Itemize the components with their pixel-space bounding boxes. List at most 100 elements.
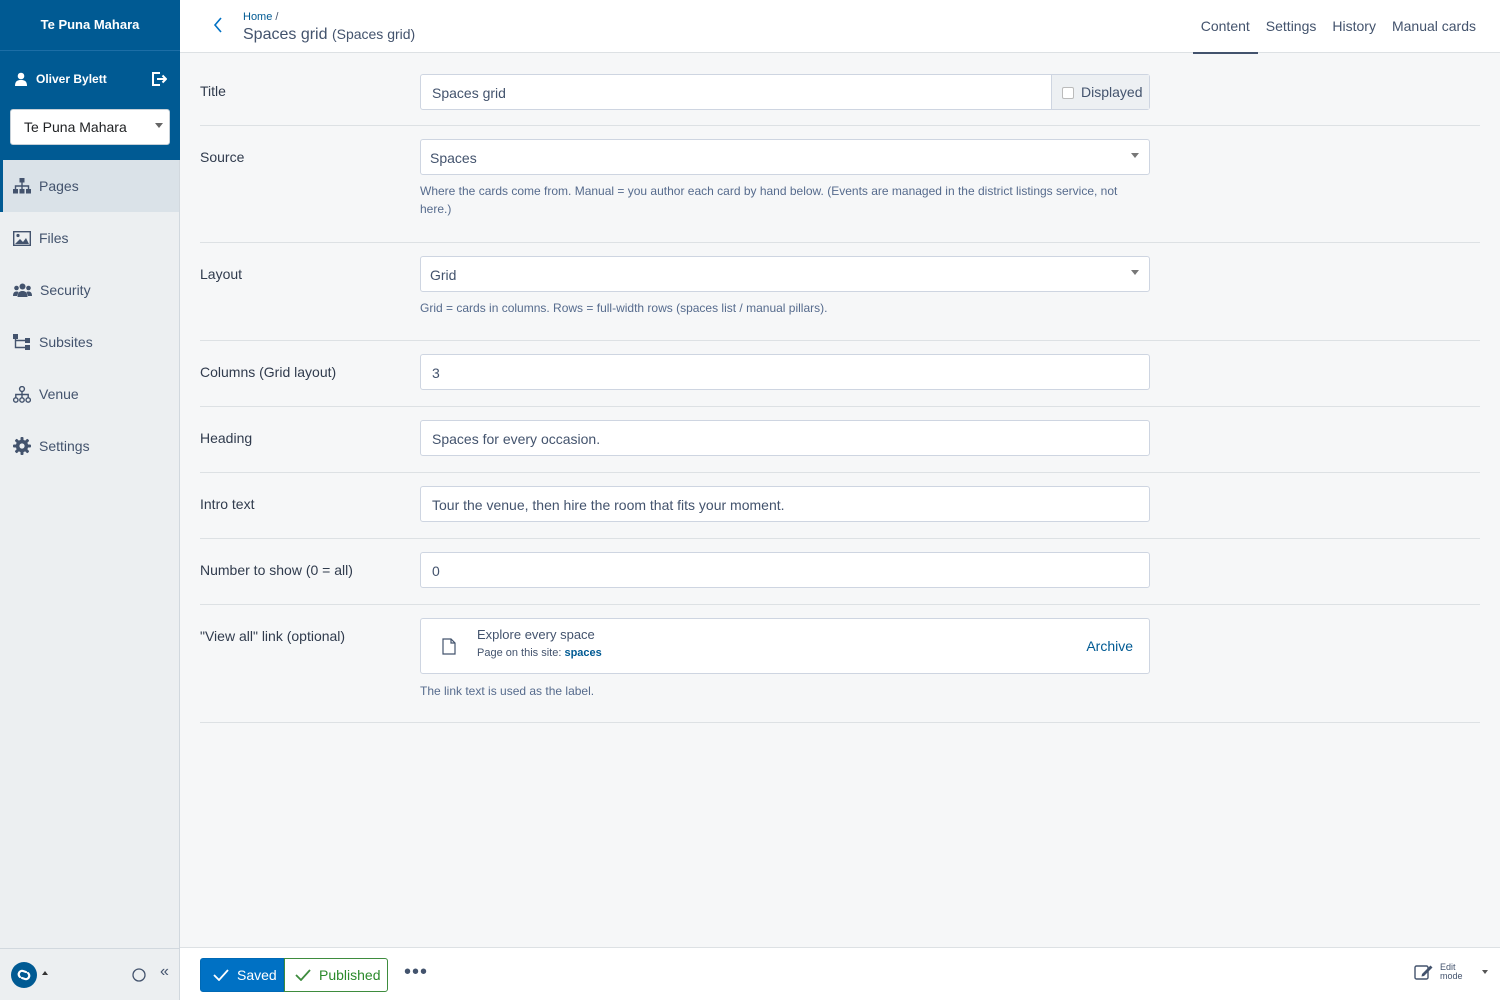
intro-input-value: Tour the venue, then hire the room that … <box>432 497 785 513</box>
user-name: Oliver Bylett <box>36 72 107 86</box>
page-title: Spaces grid (Spaces grid) <box>243 26 415 44</box>
intro-input[interactable]: Tour the venue, then hire the room that … <box>420 486 1150 522</box>
columns-label: Columns (Grid layout) <box>200 364 337 380</box>
field-row-source: Source Spaces Where the cards come from.… <box>200 126 1480 243</box>
displayed-checkbox[interactable] <box>1062 87 1074 99</box>
view-all-link-field[interactable]: Explore every space Page on this site: s… <box>420 618 1150 674</box>
edit-form: Title Spaces grid Displayed Source Space… <box>180 53 1500 947</box>
number-input-value: 0 <box>432 563 440 579</box>
field-row-view-all: "View all" link (optional) Explore every… <box>200 605 1480 723</box>
help-circle-icon[interactable] <box>132 968 146 982</box>
title-input-value: Spaces grid <box>432 85 506 101</box>
link-title: Explore every space <box>477 627 595 642</box>
users-icon <box>13 283 32 297</box>
sidebar-item-label: Pages <box>39 178 79 194</box>
columns-input[interactable]: 3 <box>420 354 1150 390</box>
sidebar-item-label: Security <box>40 282 91 298</box>
site-select[interactable]: Te Puna Mahara <box>10 109 170 145</box>
chevron-down-icon[interactable] <box>1482 970 1488 974</box>
sidebar-item-label: Venue <box>39 386 79 402</box>
link-target[interactable]: spaces <box>564 647 601 659</box>
field-row-layout: Layout Grid Grid = cards in columns. Row… <box>200 243 1480 341</box>
heading-label: Heading <box>200 430 253 446</box>
user-profile-link[interactable]: Oliver Bylett <box>14 71 107 87</box>
sidebar-item-security[interactable]: Security <box>0 264 179 316</box>
sidebar-footer <box>0 948 179 1000</box>
document-icon <box>442 638 456 655</box>
sidebar-item-label: Subsites <box>39 334 93 350</box>
sidebar-item-subsites[interactable]: Subsites <box>0 316 179 368</box>
intro-label: Intro text <box>200 496 255 512</box>
title-input[interactable]: Spaces grid Displayed <box>420 74 1150 110</box>
more-options-icon[interactable]: ••• <box>404 962 428 982</box>
link-logo-icon <box>17 969 31 981</box>
link-meta: Page on this site: spaces <box>477 647 602 659</box>
actions-toolbar: Saved Published ••• Edit mode <box>180 947 1500 1000</box>
back-arrow-icon[interactable] <box>213 17 223 33</box>
columns-input-value: 3 <box>432 365 440 381</box>
caret-up-icon[interactable] <box>42 971 48 975</box>
published-button[interactable]: Published <box>284 958 388 992</box>
layout-select[interactable]: Grid <box>420 256 1150 292</box>
brand-divider <box>0 50 180 51</box>
sidebar-item-label: Files <box>39 230 69 246</box>
edit-mode-label: Edit mode <box>1440 963 1468 981</box>
source-select-value: Spaces <box>430 150 477 166</box>
field-row-title: Title Spaces grid Displayed <box>200 53 1480 126</box>
source-help-text: Where the cards come from. Manual = you … <box>420 184 1118 216</box>
breadcrumb: Home / <box>243 11 278 23</box>
logout-icon[interactable] <box>151 71 167 87</box>
subsites-icon <box>13 334 30 350</box>
user-icon <box>15 72 27 86</box>
tab-content[interactable]: Content <box>1192 0 1258 54</box>
source-select[interactable]: Spaces <box>420 139 1150 175</box>
site-select-value: Te Puna Mahara <box>24 119 127 135</box>
saved-button[interactable]: Saved <box>200 958 284 992</box>
tab-history[interactable]: History <box>1324 0 1384 53</box>
link-type-text: Page on this site: <box>477 647 562 659</box>
tab-bar: Content Settings History Manual cards <box>1192 0 1500 54</box>
archive-link-button[interactable]: Archive <box>1086 638 1133 654</box>
venue-icon <box>13 385 31 403</box>
gear-icon <box>13 437 31 455</box>
sidebar: Te Puna Mahara Oliver Bylett Te Puna Mah… <box>0 0 180 1000</box>
image-icon <box>13 230 31 246</box>
cms-logo-menu[interactable] <box>11 962 37 988</box>
chevron-down-icon <box>1131 153 1139 158</box>
check-icon <box>295 969 311 981</box>
chevron-down-icon <box>1131 270 1139 275</box>
layout-label: Layout <box>200 266 243 282</box>
brand-title[interactable]: Te Puna Mahara <box>0 17 180 32</box>
sitemap-icon <box>13 178 31 194</box>
tab-settings[interactable]: Settings <box>1258 0 1325 53</box>
sidebar-item-settings[interactable]: Settings <box>0 420 179 472</box>
heading-input-value: Spaces for every occasion. <box>432 431 601 447</box>
displayed-label: Displayed <box>1081 84 1143 100</box>
collapse-sidebar-icon[interactable]: « <box>160 963 169 981</box>
edit-mode-label-line2: mode <box>1440 971 1463 981</box>
number-label: Number to show (0 = all) <box>200 562 353 578</box>
edit-icon <box>1414 965 1433 980</box>
sidebar-item-label: Settings <box>39 438 90 454</box>
field-row-intro: Intro text Tour the venue, then hire the… <box>200 473 1480 539</box>
brand-area: Te Puna Mahara Oliver Bylett Te Puna Mah… <box>0 0 180 160</box>
field-row-columns: Columns (Grid layout) 3 <box>200 341 1480 407</box>
edit-mode-toggle[interactable]: Edit mode <box>1414 963 1488 981</box>
field-row-number: Number to show (0 = all) 0 <box>200 539 1480 605</box>
heading-input[interactable]: Spaces for every occasion. <box>420 420 1150 456</box>
view-all-label: "View all" link (optional) <box>200 628 346 644</box>
view-all-help-text: The link text is used as the label. <box>420 684 595 698</box>
sidebar-item-venue[interactable]: Venue <box>0 368 179 420</box>
sidebar-item-pages[interactable]: Pages <box>0 160 179 212</box>
page-header: Home / Spaces grid (Spaces grid) Content… <box>180 0 1500 54</box>
number-input[interactable]: 0 <box>420 552 1150 588</box>
breadcrumb-home-link[interactable]: Home <box>243 11 272 23</box>
displayed-toggle[interactable]: Displayed <box>1051 75 1149 109</box>
field-row-heading: Heading Spaces for every occasion. <box>200 407 1480 473</box>
sidebar-item-files[interactable]: Files <box>0 212 179 264</box>
title-label: Title <box>200 83 226 99</box>
source-label: Source <box>200 149 245 165</box>
layout-help-text: Grid = cards in columns. Rows = full-wid… <box>420 301 828 315</box>
published-label: Published <box>319 967 381 983</box>
tab-manual-cards[interactable]: Manual cards <box>1384 0 1500 53</box>
